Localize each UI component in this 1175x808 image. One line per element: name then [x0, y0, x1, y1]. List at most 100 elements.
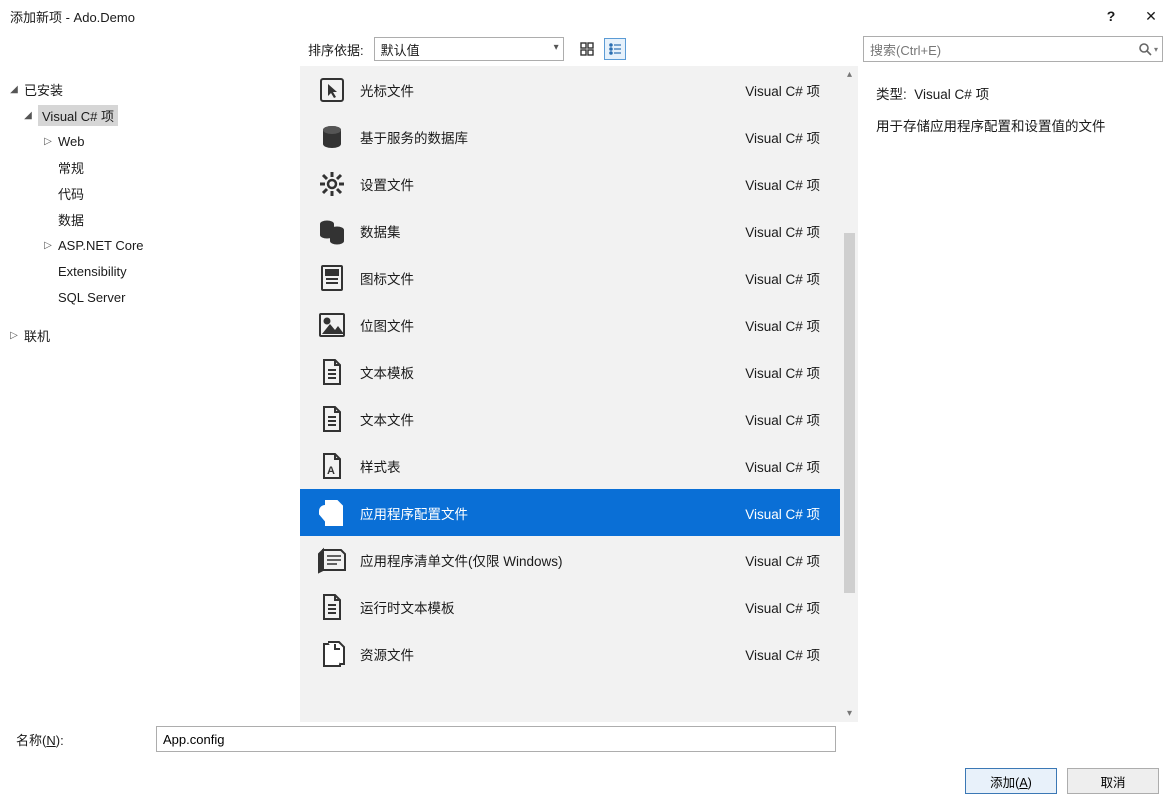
template-language: Visual C# 项	[745, 456, 820, 476]
scroll-up-icon[interactable]: ▴	[841, 66, 858, 83]
doc-icon	[314, 593, 350, 621]
template-item[interactable]: 应用程序配置文件Visual C# 项	[300, 489, 840, 536]
dataset-icon	[314, 217, 350, 245]
toolbar: 排序依据: 默认值 ▾ 搜索(Ctrl+E) ▾	[0, 32, 1175, 66]
close-button[interactable]: ✕	[1131, 0, 1171, 32]
tree-node[interactable]: SQL Server	[8, 284, 292, 310]
template-name: 应用程序清单文件(仅限 Windows)	[350, 550, 745, 570]
type-value: Visual C# 项	[914, 87, 989, 102]
description: 用于存储应用程序配置和设置值的文件	[876, 112, 1161, 142]
scroll-down-icon[interactable]: ▾	[841, 705, 858, 722]
config-icon	[314, 499, 350, 527]
titlebar: 添加新项 - Ado.Demo ? ✕	[0, 0, 1175, 32]
view-details-button[interactable]	[604, 38, 626, 60]
chevron-down-icon: ▾	[1154, 45, 1158, 54]
tree-node-csharp[interactable]: ◢ Visual C# 项	[8, 102, 292, 128]
template-list-panel: 光标文件Visual C# 项基于服务的数据库Visual C# 项设置文件Vi…	[300, 66, 858, 722]
image-icon	[314, 312, 350, 338]
sort-value: 默认值	[381, 40, 420, 59]
svg-text:A: A	[327, 465, 335, 477]
template-language: Visual C# 项	[745, 409, 820, 429]
template-language: Visual C# 项	[745, 550, 820, 570]
template-item[interactable]: 资源文件Visual C# 项	[300, 630, 840, 677]
template-item[interactable]: 运行时文本模板Visual C# 项	[300, 583, 840, 630]
cursor-icon	[314, 76, 350, 104]
tree-node[interactable]: Extensibility	[8, 258, 292, 284]
search-placeholder: 搜索(Ctrl+E)	[870, 40, 1138, 59]
template-name: 运行时文本模板	[350, 597, 745, 617]
template-language: Visual C# 项	[745, 362, 820, 382]
gear-icon	[314, 170, 350, 198]
template-name: 光标文件	[350, 80, 745, 100]
template-language: Visual C# 项	[745, 503, 820, 523]
template-name: 文本模板	[350, 362, 745, 382]
template-language: Visual C# 项	[745, 221, 820, 241]
details-panel: 类型: Visual C# 项 用于存储应用程序配置和设置值的文件	[858, 66, 1175, 722]
template-name: 样式表	[350, 456, 745, 476]
tree-node-installed[interactable]: ◢ 已安装	[8, 76, 292, 102]
type-label: 类型:	[876, 87, 907, 102]
view-toggle	[576, 38, 626, 60]
expand-icon: ▷	[8, 330, 20, 341]
name-label: 名称(N):	[16, 730, 136, 749]
tree-node-web[interactable]: ▷ Web	[8, 128, 292, 154]
template-name: 文本文件	[350, 409, 745, 429]
template-name: 资源文件	[350, 644, 745, 664]
doc-icon	[314, 358, 350, 386]
resource-icon	[314, 640, 350, 668]
window-title: 添加新项 - Ado.Demo	[10, 7, 1091, 26]
add-button[interactable]: 添加(A)	[965, 768, 1057, 794]
template-name: 设置文件	[350, 174, 745, 194]
template-language: Visual C# 项	[745, 597, 820, 617]
template-language: Visual C# 项	[745, 644, 820, 664]
template-language: Visual C# 项	[745, 174, 820, 194]
name-input[interactable]	[156, 726, 836, 752]
template-name: 图标文件	[350, 268, 745, 288]
view-large-icons-button[interactable]	[576, 38, 598, 60]
tree-node[interactable]: 常规	[8, 154, 292, 180]
template-item[interactable]: 应用程序清单文件(仅限 Windows)Visual C# 项	[300, 536, 840, 583]
scroll-track[interactable]	[841, 83, 858, 705]
template-name: 基于服务的数据库	[350, 127, 745, 147]
manifest-icon	[314, 546, 350, 574]
cancel-button[interactable]: 取消	[1067, 768, 1159, 794]
template-language: Visual C# 项	[745, 268, 820, 288]
template-item[interactable]: 文本文件Visual C# 项	[300, 395, 840, 442]
template-item[interactable]: 数据集Visual C# 项	[300, 207, 840, 254]
main: ◢ 已安装 ◢ Visual C# 项 ▷ Web 常规 代码 数据 ▷ ASP…	[0, 66, 1175, 722]
style-icon: A	[314, 452, 350, 480]
template-item[interactable]: 设置文件Visual C# 项	[300, 160, 840, 207]
iconfile-icon	[314, 264, 350, 292]
tree-node-aspnetcore[interactable]: ▷ ASP.NET Core	[8, 232, 292, 258]
search-icon[interactable]: ▾	[1138, 42, 1158, 57]
template-item[interactable]: 位图文件Visual C# 项	[300, 301, 840, 348]
help-button[interactable]: ?	[1091, 0, 1131, 32]
template-item[interactable]: 光标文件Visual C# 项	[300, 66, 840, 113]
template-item[interactable]: A 样式表Visual C# 项	[300, 442, 840, 489]
scroll-thumb[interactable]	[844, 233, 855, 593]
sort-select[interactable]: 默认值 ▾	[374, 37, 564, 61]
template-language: Visual C# 项	[745, 127, 820, 147]
doc-icon	[314, 405, 350, 433]
template-name: 数据集	[350, 221, 745, 241]
collapse-icon: ◢	[22, 110, 34, 121]
tree-node[interactable]: 数据	[8, 206, 292, 232]
template-item[interactable]: 基于服务的数据库Visual C# 项	[300, 113, 840, 160]
db-icon	[314, 123, 350, 151]
template-language: Visual C# 项	[745, 80, 820, 100]
template-name: 位图文件	[350, 315, 745, 335]
tree-node-online[interactable]: ▷ 联机	[8, 322, 292, 348]
template-name: 应用程序配置文件	[350, 503, 745, 523]
template-language: Visual C# 项	[745, 315, 820, 335]
search-input[interactable]: 搜索(Ctrl+E) ▾	[863, 36, 1163, 62]
scrollbar[interactable]: ▴ ▾	[841, 66, 858, 722]
category-tree: ◢ 已安装 ◢ Visual C# 项 ▷ Web 常规 代码 数据 ▷ ASP…	[0, 66, 300, 722]
expand-icon: ▷	[42, 136, 54, 147]
sort-label: 排序依据:	[308, 40, 364, 59]
template-item[interactable]: 图标文件Visual C# 项	[300, 254, 840, 301]
collapse-icon: ◢	[8, 84, 20, 95]
chevron-down-icon: ▾	[554, 42, 559, 53]
template-item[interactable]: 文本模板Visual C# 项	[300, 348, 840, 395]
expand-icon: ▷	[42, 240, 54, 251]
tree-node[interactable]: 代码	[8, 180, 292, 206]
